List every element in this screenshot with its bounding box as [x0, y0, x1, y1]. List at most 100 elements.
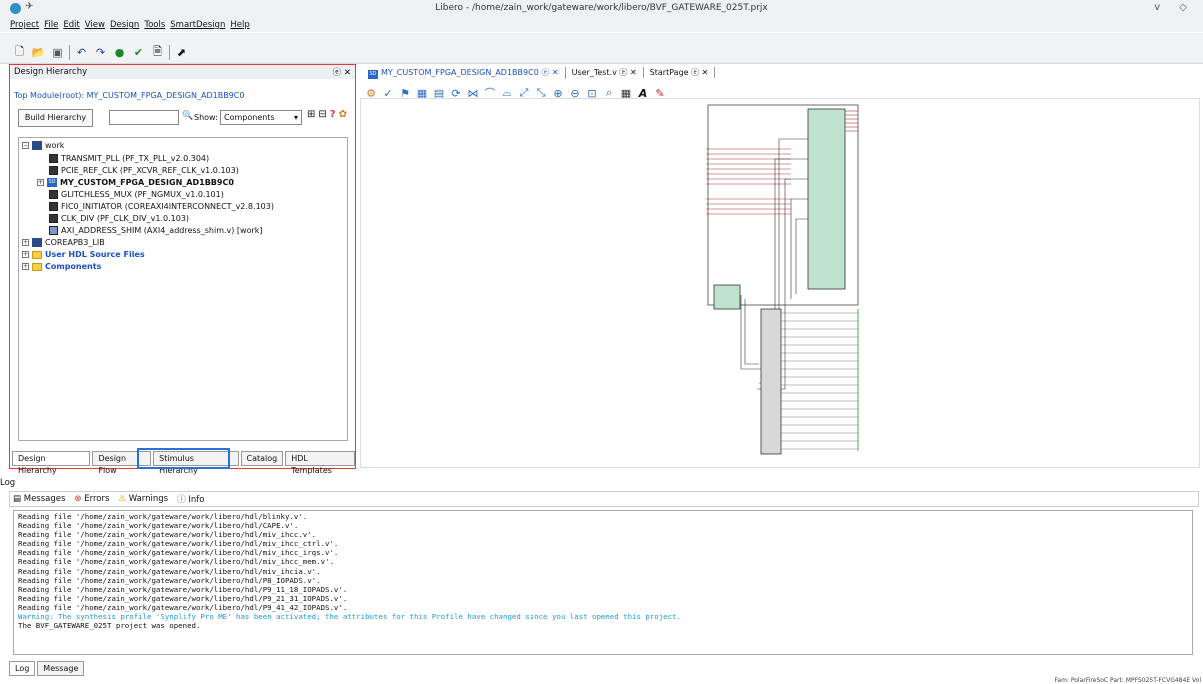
- help-icon[interactable]: ?: [330, 109, 336, 120]
- component-icon: [49, 202, 58, 211]
- editor-tabs: SD MY_CUSTOM_FPGA_DESIGN_AD1BB9C0 ⓔ ✕ Use…: [362, 66, 716, 79]
- log-line: Reading file '/home/zain_work/gateware/w…: [18, 557, 334, 567]
- tree-node[interactable]: PCIE_REF_CLK (PF_XCVR_REF_CLK_v1.0.103): [49, 165, 239, 176]
- chevron-down-icon: ▾: [293, 113, 298, 122]
- top-module-label: Top Module(root): MY_CUSTOM_FPGA_DESIGN_…: [14, 91, 245, 100]
- hierarchy-search-input[interactable]: [109, 110, 179, 125]
- check-icon[interactable]: ✔: [131, 46, 146, 60]
- error-icon: ⊗: [74, 494, 82, 504]
- redo-icon[interactable]: ↷: [93, 46, 108, 60]
- tree-node[interactable]: FIC0_INITIATOR (COREAXI4INTERCONNECT_v2.…: [49, 201, 274, 212]
- status-bar-device: Fam: PolarFireSoC Part: MPFS025T-FCVG484…: [1054, 677, 1202, 684]
- tree-node-components[interactable]: + Components: [22, 261, 101, 272]
- log-line: Reading file '/home/zain_work/gateware/w…: [18, 602, 348, 612]
- run-icon[interactable]: ●: [112, 46, 127, 60]
- filter-warnings[interactable]: ⚠ Warnings: [118, 494, 168, 504]
- save-icon[interactable]: ▣: [50, 46, 65, 60]
- tree-node-work[interactable]: − work: [22, 140, 64, 151]
- iopads-block[interactable]: [760, 308, 782, 455]
- log-line: The BVF_GATEWARE_025T project was opened…: [18, 621, 201, 631]
- library-icon: [32, 238, 42, 247]
- panel-header: Design Hierarchy ⓔ ✕: [10, 65, 355, 79]
- panel-float-close-icon[interactable]: ⓔ ✕: [333, 66, 351, 78]
- menu-tools[interactable]: Tools: [144, 20, 165, 32]
- expand-icon[interactable]: +: [22, 263, 29, 270]
- menu-project[interactable]: Project: [10, 20, 39, 32]
- clock-block[interactable]: [713, 284, 741, 310]
- build-hierarchy-button[interactable]: Build Hierarchy: [18, 109, 93, 127]
- tab-design-hierarchy[interactable]: Design Hierarchy: [12, 451, 91, 475]
- tab-message[interactable]: Message: [37, 661, 85, 676]
- tab-hdl-templates[interactable]: HDL Templates: [285, 451, 355, 475]
- menu-design[interactable]: Design: [110, 20, 139, 32]
- expand-icon[interactable]: +: [22, 239, 29, 246]
- window-controls[interactable]: v ◇: [1154, 2, 1195, 13]
- toolbar-separator: [169, 45, 170, 60]
- info-icon: ⓘ: [177, 495, 186, 505]
- highlight-box: [137, 448, 230, 469]
- filter-errors[interactable]: ⊗ Errors: [74, 494, 109, 504]
- component-icon: [49, 214, 58, 223]
- title-bar: ✈ Libero - /home/zain_work/gateware/work…: [0, 0, 1203, 32]
- smartdesign-icon: SD: [47, 178, 57, 187]
- show-label: Show:: [194, 113, 218, 122]
- log-line: Reading file '/home/zain_work/gateware/w…: [18, 566, 321, 576]
- tab-smartdesign-canvas[interactable]: SD MY_CUSTOM_FPGA_DESIGN_AD1BB9C0 ⓔ ✕: [362, 66, 566, 79]
- export-icon[interactable]: ⬈: [174, 46, 189, 60]
- new-project-icon[interactable]: 🗋: [12, 45, 27, 60]
- show-select-value: Components: [224, 113, 275, 122]
- show-select[interactable]: Components ▾: [220, 110, 302, 125]
- window-title: Libero - /home/zain_work/gateware/work/l…: [435, 3, 768, 13]
- tree-node-root-design[interactable]: + SD MY_CUSTOM_FPGA_DESIGN_AD1BB9C0: [37, 177, 234, 188]
- iopad-wires: [781, 312, 858, 450]
- toolbar-separator: [69, 45, 70, 60]
- design-hierarchy-panel: Design Hierarchy ⓔ ✕ Top Module(root): M…: [9, 64, 356, 475]
- component-icon: [49, 154, 58, 163]
- tree-node[interactable]: TRANSMIT_PLL (PF_TX_PLL_v2.0.304): [49, 153, 209, 164]
- smartdesign-canvas[interactable]: [360, 98, 1200, 468]
- log-tabs: Log Message: [9, 661, 85, 676]
- log-line: Reading file '/home/zain_work/gateware/w…: [18, 593, 348, 603]
- tab-user-test[interactable]: User_Test.v ⓔ ✕: [566, 67, 644, 78]
- tab-startpage[interactable]: StartPage ⓔ ✕: [644, 67, 716, 78]
- tree-node-user-hdl[interactable]: + User HDL Source Files: [22, 249, 145, 260]
- log-output[interactable]: Reading file '/home/zain_work/gateware/w…: [13, 510, 1193, 655]
- menu-edit[interactable]: Edit: [63, 20, 79, 32]
- component-icon: [49, 190, 58, 199]
- main-toolbar: 🗋 📂 ▣ ↶ ↷ ● ✔ 🗎 ⬈: [0, 33, 1203, 64]
- menu-file[interactable]: File: [44, 20, 58, 32]
- expand-icon[interactable]: +: [22, 251, 29, 258]
- search-icon[interactable]: 🔍: [182, 111, 193, 121]
- component-icon: [49, 166, 58, 175]
- collapse-icon[interactable]: −: [22, 142, 29, 149]
- log-line: Reading file '/home/zain_work/gateware/w…: [18, 539, 339, 549]
- expand-icon[interactable]: +: [37, 179, 44, 186]
- expand-all-icon[interactable]: ⊞: [307, 109, 315, 120]
- menu-view[interactable]: View: [85, 20, 105, 32]
- log-panel-title: Log: [0, 478, 16, 488]
- library-icon: [32, 141, 42, 150]
- menu-help[interactable]: Help: [230, 20, 249, 32]
- tab-log[interactable]: Log: [9, 661, 36, 676]
- menu-bar: Project File Edit View Design Tools Smar…: [10, 20, 250, 32]
- tree-node[interactable]: AXI_ADDRESS_SHIM (AXI4_address_shim.v) […: [49, 225, 263, 236]
- log-line-warning: Warning: The synthesis profile 'Synplify…: [18, 612, 681, 622]
- hdl-file-icon: [49, 226, 58, 235]
- menu-smartdesign[interactable]: SmartDesign: [170, 20, 225, 32]
- log-line: Reading file '/home/zain_work/gateware/w…: [18, 512, 308, 521]
- open-project-icon[interactable]: 📂: [31, 46, 46, 60]
- log-filter-bar: ▤ Messages ⊗ Errors ⚠ Warnings ⓘ Info: [9, 491, 1199, 507]
- settings-icon[interactable]: ✿: [339, 109, 347, 120]
- hierarchy-tree: − work TRANSMIT_PLL (PF_TX_PLL_v2.0.304) …: [18, 137, 348, 441]
- mss-block[interactable]: [807, 108, 846, 290]
- tree-node[interactable]: CLK_DIV (PF_CLK_DIV_v1.0.103): [49, 213, 189, 224]
- filter-info[interactable]: ⓘ Info: [177, 493, 204, 505]
- filter-messages[interactable]: ▤ Messages: [13, 494, 65, 504]
- undo-icon[interactable]: ↶: [74, 46, 89, 60]
- collapse-all-icon[interactable]: ⊟: [318, 109, 326, 120]
- report-icon[interactable]: 🗎: [150, 45, 165, 60]
- smartdesign-icon: SD: [368, 69, 378, 79]
- tree-node[interactable]: GLITCHLESS_MUX (PF_NGMUX_v1.0.101): [49, 189, 224, 200]
- tab-catalog[interactable]: Catalog: [240, 451, 284, 466]
- tree-node-coreapb3[interactable]: + COREAPB3_LIB: [22, 237, 105, 248]
